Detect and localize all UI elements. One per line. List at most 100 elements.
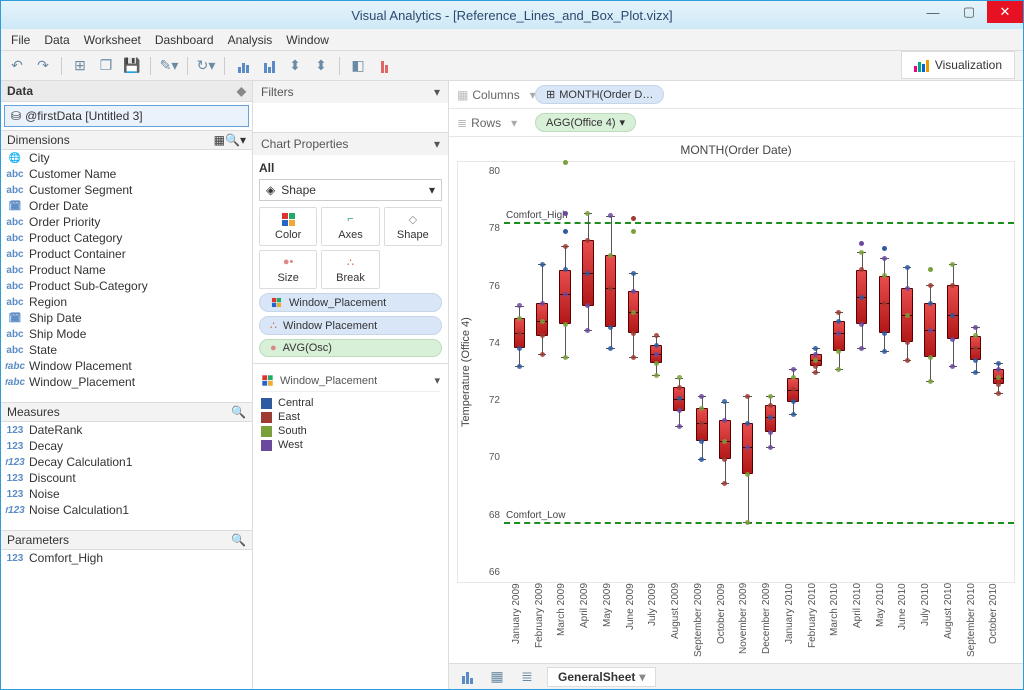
grid-icon[interactable]: ▦ xyxy=(214,133,225,147)
search-icon[interactable]: 🔍 xyxy=(231,405,246,419)
field-item[interactable]: 🗓Order Date xyxy=(1,198,252,214)
box-column[interactable] xyxy=(555,162,576,582)
redo-icon[interactable]: ↷ xyxy=(33,56,53,76)
field-item[interactable]: abcProduct Category xyxy=(1,230,252,246)
layout-icon[interactable] xyxy=(374,56,394,76)
sheet-list-icon[interactable]: ≣ xyxy=(517,667,537,687)
field-item[interactable]: 123Comfort_High xyxy=(1,550,252,566)
refresh-icon[interactable]: ↻▾ xyxy=(196,56,216,76)
menu-worksheet[interactable]: Worksheet xyxy=(84,33,141,47)
field-item[interactable]: abcProduct Container xyxy=(1,246,252,262)
save-icon[interactable]: 💾 xyxy=(122,56,142,76)
field-item[interactable]: 🗓Ship Date xyxy=(1,310,252,326)
menu-window[interactable]: Window xyxy=(286,33,329,47)
box-column[interactable] xyxy=(783,162,804,582)
box-column[interactable] xyxy=(646,162,667,582)
search-icon[interactable]: 🔍 xyxy=(225,133,240,147)
pill-window-placement-1[interactable]: Window_Placement xyxy=(259,293,442,312)
legend-item[interactable]: West xyxy=(261,438,440,452)
field-item[interactable]: abcProduct Sub-Category xyxy=(1,278,252,294)
field-item[interactable]: abcRegion xyxy=(1,294,252,310)
box-column[interactable] xyxy=(669,162,690,582)
search-icon[interactable]: 🔍 xyxy=(231,533,246,547)
box-column[interactable] xyxy=(600,162,621,582)
maximize-button[interactable]: ▢ xyxy=(951,1,987,23)
sheet-chart-icon[interactable] xyxy=(457,667,477,687)
visualization-button[interactable]: Visualization xyxy=(901,51,1015,79)
field-item[interactable]: abcState xyxy=(1,342,252,358)
field-item[interactable]: 123Decay xyxy=(1,438,252,454)
box-column[interactable] xyxy=(920,162,941,582)
field-item[interactable]: abcProduct Name xyxy=(1,262,252,278)
break-card[interactable]: ∴Break xyxy=(321,250,379,289)
field-item[interactable]: 🌐City xyxy=(1,150,252,166)
box-column[interactable] xyxy=(897,162,918,582)
box-column[interactable] xyxy=(988,162,1009,582)
box-column[interactable] xyxy=(760,162,781,582)
mark-type-select[interactable]: ◈Shape▾ xyxy=(259,179,442,201)
x-tick-label: April 2009 xyxy=(579,583,602,663)
legend-item[interactable]: South xyxy=(261,424,440,438)
datasource-item[interactable]: ⛁ @firstData [Untitled 3] xyxy=(4,105,249,127)
legend-item[interactable]: East xyxy=(261,410,440,424)
pill-avg-osc[interactable]: ●AVG(Osc) xyxy=(259,339,442,357)
sheet-tab[interactable]: GeneralSheet▾ xyxy=(547,667,656,687)
color-card[interactable]: Color xyxy=(259,207,317,246)
field-item[interactable]: abcOrder Priority xyxy=(1,214,252,230)
clear-icon[interactable]: ✎▾ xyxy=(159,56,179,76)
menu-analysis[interactable]: Analysis xyxy=(228,33,273,47)
field-item[interactable]: f123Noise Calculation1 xyxy=(1,502,252,518)
new-sheet-icon[interactable]: ⊞ xyxy=(70,56,90,76)
field-item[interactable]: 123Noise xyxy=(1,486,252,502)
sort-asc-icon[interactable]: ⬍ xyxy=(285,56,305,76)
dropdown-icon[interactable]: ▾ xyxy=(240,133,246,147)
box-column[interactable] xyxy=(692,162,713,582)
field-item[interactable]: 123DateRank xyxy=(1,422,252,438)
box-column[interactable] xyxy=(532,162,553,582)
field-item[interactable]: f123Decay Calculation1 xyxy=(1,454,252,470)
sort-desc-icon[interactable]: ⬍ xyxy=(311,56,331,76)
box-column[interactable] xyxy=(577,162,598,582)
chart1-icon[interactable] xyxy=(233,56,253,76)
pill-window-placement-2[interactable]: ∴Window Placement xyxy=(259,316,442,335)
legend-item[interactable]: Central xyxy=(261,396,440,410)
box-column[interactable] xyxy=(509,162,530,582)
highlight-icon[interactable]: ◧ xyxy=(348,56,368,76)
field-item[interactable]: fabcWindow_Placement xyxy=(1,374,252,390)
size-card[interactable]: ●•Size xyxy=(259,250,317,289)
close-button[interactable]: ✕ xyxy=(987,1,1023,23)
field-item[interactable]: abcShip Mode xyxy=(1,326,252,342)
box-column[interactable] xyxy=(828,162,849,582)
rows-pill[interactable]: AGG(Office 4)▾ xyxy=(535,113,636,132)
chart2-icon[interactable] xyxy=(259,56,279,76)
shape-icon: ◈ xyxy=(266,183,275,197)
columns-shelf[interactable]: ▦Columns▾ ⊞MONTH(Order D… xyxy=(449,81,1023,109)
minimize-button[interactable]: — xyxy=(915,1,951,23)
rows-shelf[interactable]: ≣Rows▾ AGG(Office 4)▾ xyxy=(449,109,1023,137)
box-column[interactable] xyxy=(623,162,644,582)
box-column[interactable] xyxy=(806,162,827,582)
box-column[interactable] xyxy=(737,162,758,582)
menu-data[interactable]: Data xyxy=(44,33,69,47)
sheet-grid-icon[interactable]: ▦ xyxy=(487,667,507,687)
box-column[interactable] xyxy=(942,162,963,582)
undo-icon[interactable]: ↶ xyxy=(7,56,27,76)
field-item[interactable]: abcCustomer Name xyxy=(1,166,252,182)
shape-card[interactable]: ◇Shape xyxy=(384,207,442,246)
menu-dashboard[interactable]: Dashboard xyxy=(155,33,214,47)
field-item[interactable]: 123Discount xyxy=(1,470,252,486)
box-column[interactable] xyxy=(851,162,872,582)
filters-shelf[interactable]: Filters▾ xyxy=(253,81,448,103)
field-item[interactable]: fabcWindow Placement xyxy=(1,358,252,374)
field-item[interactable]: abcCustomer Segment xyxy=(1,182,252,198)
axes-card[interactable]: ⌐Axes xyxy=(321,207,379,246)
box-column[interactable] xyxy=(874,162,895,582)
menu-file[interactable]: File xyxy=(11,33,30,47)
box-column[interactable] xyxy=(714,162,735,582)
plot-area[interactable]: Comfort_HighComfort_Low xyxy=(504,162,1014,582)
x-tick-label: October 2009 xyxy=(716,583,739,663)
columns-pill[interactable]: ⊞MONTH(Order D… xyxy=(535,85,664,104)
duplicate-icon[interactable]: ❐ xyxy=(96,56,116,76)
chart-properties-header[interactable]: Chart Properties▾ xyxy=(253,133,448,155)
box-column[interactable] xyxy=(965,162,986,582)
